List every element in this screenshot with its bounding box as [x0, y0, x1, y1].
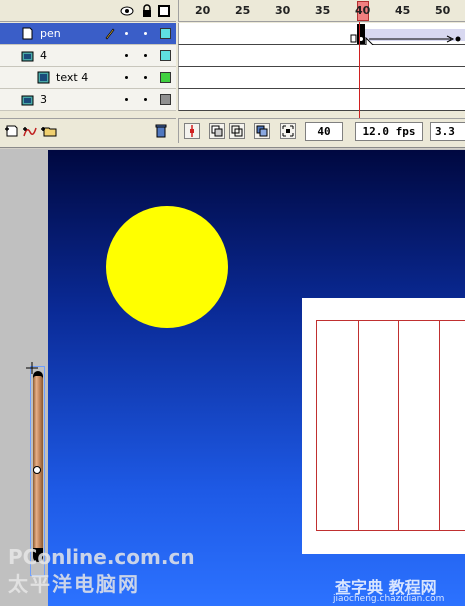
frame-row-text-4[interactable] [178, 67, 465, 89]
lock-icon[interactable] [140, 4, 154, 18]
edit-multiple-frames-button[interactable] [254, 123, 270, 139]
center-frame-button[interactable] [184, 123, 200, 139]
sun-shape[interactable] [106, 206, 228, 328]
timeline-panel: 20 25 30 35 40 45 50 pen 4 text 4 3 40 1… [0, 0, 465, 148]
ruler-number: 20 [195, 4, 211, 17]
layer-icon [22, 27, 33, 40]
layer-name: text 4 [56, 71, 89, 84]
ruler-number: 50 [435, 4, 451, 17]
frame-ruler[interactable]: 20 25 30 35 40 45 50 [178, 0, 465, 22]
paper-line [439, 320, 440, 530]
modify-onion-markers-button[interactable] [280, 123, 296, 139]
layer-row-text-4[interactable]: text 4 [0, 67, 176, 89]
lock-dot[interactable] [144, 32, 147, 35]
pencil-icon [105, 28, 115, 40]
lock-dot[interactable] [144, 98, 147, 101]
onion-skin-button[interactable] [209, 123, 225, 139]
layer-color-swatch[interactable] [160, 28, 171, 39]
paper-line [358, 320, 359, 530]
insert-folder-icon[interactable] [40, 124, 58, 138]
layer-row-3[interactable]: 3 [0, 89, 176, 111]
layer-color-swatch[interactable] [160, 94, 171, 105]
stage-area [0, 149, 465, 606]
center-frame-icon [190, 125, 194, 137]
motion-tween-track [350, 24, 465, 44]
visibility-dot[interactable] [125, 32, 128, 35]
mask-layer-icon [37, 71, 50, 84]
layer-color-swatch[interactable] [160, 50, 171, 61]
visibility-dot[interactable] [125, 76, 128, 79]
layer-color-swatch[interactable] [160, 72, 171, 83]
ruler-number: 25 [235, 4, 251, 17]
layer-row-4[interactable]: 4 [0, 45, 176, 67]
insert-layer-icon[interactable] [4, 124, 20, 138]
layer-name: 3 [40, 93, 47, 106]
frame-toolbar: 40 12.0 fps 3.3 [178, 118, 465, 143]
frame-rate-field[interactable]: 12.0 fps [355, 122, 423, 141]
add-motion-guide-icon[interactable] [22, 124, 38, 138]
onion-skin-outlines-icon [231, 125, 243, 137]
frame-row-pen[interactable] [178, 23, 465, 56]
trash-icon[interactable] [154, 123, 168, 139]
paper-line [316, 320, 317, 530]
current-frame-field[interactable]: 40 [305, 122, 343, 141]
layer-toolbar [0, 118, 176, 143]
elapsed-time-field[interactable]: 3.3 [430, 122, 465, 141]
folder-icon [21, 51, 34, 62]
layer-row-pen[interactable]: pen [0, 23, 176, 45]
crosshair-icon [26, 362, 38, 374]
frame-row-3[interactable] [178, 89, 465, 111]
ruler-number: 35 [315, 4, 331, 17]
onion-markers-icon [282, 125, 294, 137]
ruler-current-number: 40 [355, 4, 371, 17]
paper-shape[interactable] [302, 298, 465, 554]
watermark-text: PConline.com.cn [8, 545, 195, 569]
visibility-dot[interactable] [125, 54, 128, 57]
folder-icon [21, 95, 34, 106]
lock-dot[interactable] [144, 76, 147, 79]
paper-line [316, 320, 465, 321]
frame-row-4[interactable] [178, 45, 465, 67]
outline-toggle-icon[interactable] [158, 5, 170, 17]
paper-line [316, 530, 465, 531]
layer-name: pen [40, 27, 61, 40]
visibility-dot[interactable] [125, 98, 128, 101]
eye-icon[interactable] [120, 4, 134, 18]
onion-skin-icon [211, 125, 223, 137]
layer-header [0, 0, 176, 22]
pen-body [33, 376, 43, 551]
layer-name: 4 [40, 49, 47, 62]
lock-dot[interactable] [144, 54, 147, 57]
ruler-number: 45 [395, 4, 411, 17]
transform-point[interactable] [33, 466, 41, 474]
stage-canvas[interactable] [48, 150, 465, 606]
edit-multiple-frames-icon [256, 125, 268, 137]
onion-skin-outlines-button[interactable] [229, 123, 245, 139]
paper-line [398, 320, 399, 530]
playhead-line [359, 22, 360, 122]
watermark-text: jiaocheng.chazidian.com [333, 594, 445, 604]
watermark-text: 太平洋电脑网 [8, 572, 140, 596]
ruler-number: 30 [275, 4, 291, 17]
